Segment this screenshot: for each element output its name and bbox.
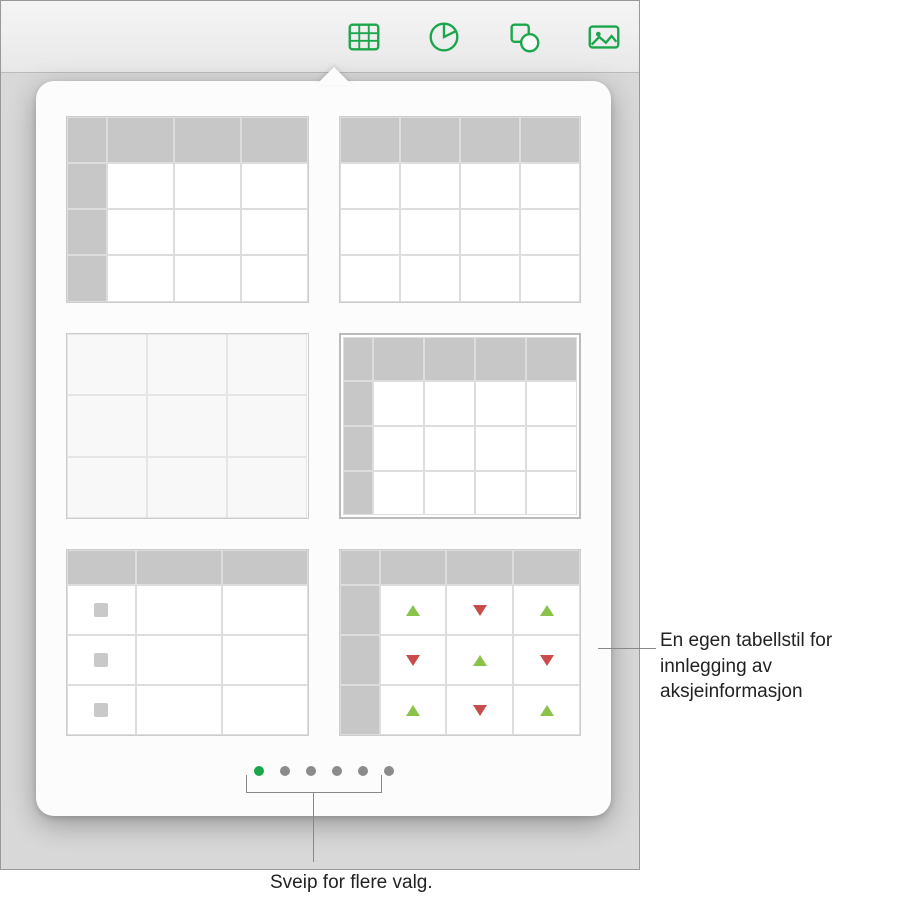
- app-canvas: [0, 0, 640, 870]
- callout-leader: [246, 775, 382, 793]
- insert-chart-button[interactable]: [419, 12, 469, 62]
- table-style-grid: [66, 116, 581, 736]
- table-style-header-row-col[interactable]: [66, 116, 309, 303]
- toolbar: [1, 1, 639, 73]
- chart-icon: [425, 18, 463, 56]
- callout-leader: [598, 648, 656, 649]
- callout-leader: [313, 793, 314, 862]
- insert-table-button[interactable]: [339, 12, 389, 62]
- table-style-stock[interactable]: [339, 549, 582, 736]
- table-style-plain[interactable]: [66, 333, 309, 520]
- callout-swipe-hint: Sveip for flere valg.: [270, 870, 433, 896]
- insert-media-button[interactable]: [579, 12, 629, 62]
- table-styles-popover[interactable]: [36, 81, 611, 816]
- page-dot-6[interactable]: [384, 766, 394, 776]
- insert-shape-button[interactable]: [499, 12, 549, 62]
- shape-icon: [505, 18, 543, 56]
- media-icon: [585, 18, 623, 56]
- table-icon: [345, 18, 383, 56]
- table-style-checkbox[interactable]: [66, 549, 309, 736]
- table-style-boxed[interactable]: [339, 333, 582, 520]
- table-style-header-row[interactable]: [339, 116, 582, 303]
- callout-stock-style: En egen tabellstil for innlegging av aks…: [660, 628, 900, 705]
